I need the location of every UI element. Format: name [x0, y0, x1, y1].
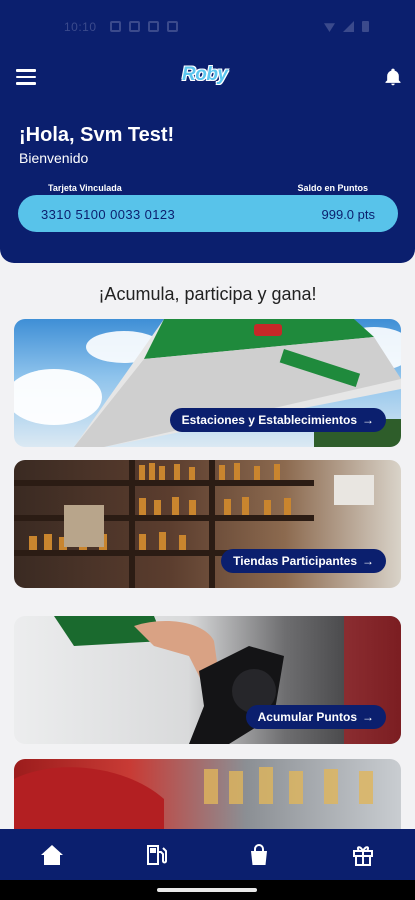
- gesture-navigation-bar: [0, 880, 415, 900]
- earn-points-button[interactable]: Acumular Puntos →: [245, 705, 386, 729]
- app-screen: 10:10 Roby ¡Hola, Svm Test! Bienvenido T…: [0, 0, 415, 900]
- earn-points-button-label: Acumular Puntos: [257, 710, 357, 724]
- home-gesture-handle[interactable]: [157, 888, 257, 892]
- notification-icon: [110, 21, 121, 32]
- wifi-icon: [324, 23, 335, 32]
- arrow-right-icon: →: [362, 554, 374, 568]
- tagline: ¡Acumula, participa y gana!: [98, 284, 317, 304]
- status-bar: 10:10: [0, 17, 415, 37]
- promo-card-stores[interactable]: Tiendas Participantes →: [14, 460, 401, 588]
- arrow-right-icon: →: [362, 710, 374, 724]
- notification-icon: [167, 21, 178, 32]
- bottom-navigation: [0, 829, 415, 880]
- points-balance: 999.0 pts: [321, 207, 376, 222]
- linked-card-label: Tarjeta Vinculada: [48, 183, 122, 193]
- shopping-bag-icon: [251, 843, 268, 865]
- stores-button[interactable]: Tiendas Participantes →: [221, 549, 386, 573]
- promo-card-stations[interactable]: Estaciones y Establecimientos →: [14, 319, 401, 447]
- fuel-pump-icon: [146, 844, 167, 865]
- logo-text: Roby: [182, 64, 228, 85]
- welcome-text: Bienvenido: [19, 150, 89, 166]
- gift-icon: [353, 845, 374, 866]
- signal-icon: [343, 21, 354, 32]
- app-logo: Roby: [182, 64, 234, 92]
- arrow-right-icon: →: [362, 413, 374, 427]
- nav-rewards[interactable]: [343, 835, 383, 875]
- hamburger-menu-icon[interactable]: [16, 69, 36, 85]
- home-icon: [40, 844, 63, 865]
- header: 10:10 Roby ¡Hola, Svm Test! Bienvenido T…: [0, 0, 415, 263]
- notification-icon: [148, 21, 159, 32]
- notification-icon: [129, 21, 140, 32]
- card-number: 3310 5100 0033 0123: [41, 207, 176, 222]
- status-time: 10:10: [64, 20, 97, 34]
- battery-icon: [362, 21, 369, 32]
- nav-home[interactable]: [32, 835, 72, 875]
- points-balance-label: Saldo en Puntos: [297, 183, 368, 193]
- nav-stations[interactable]: [136, 835, 176, 875]
- system-icons: [324, 21, 369, 32]
- nav-stores[interactable]: [239, 835, 279, 875]
- promo-card-earn-points[interactable]: Acumular Puntos →: [14, 616, 401, 744]
- stores-button-label: Tiendas Participantes: [233, 554, 357, 568]
- linked-card-pill[interactable]: 3310 5100 0033 0123 999.0 pts: [18, 195, 398, 232]
- stations-button-label: Estaciones y Establecimientos: [181, 413, 357, 427]
- greeting-title: ¡Hola, Svm Test!: [19, 124, 175, 146]
- stations-button[interactable]: Estaciones y Establecimientos →: [169, 408, 386, 432]
- notification-icons: [110, 21, 178, 32]
- bell-icon[interactable]: [383, 67, 403, 87]
